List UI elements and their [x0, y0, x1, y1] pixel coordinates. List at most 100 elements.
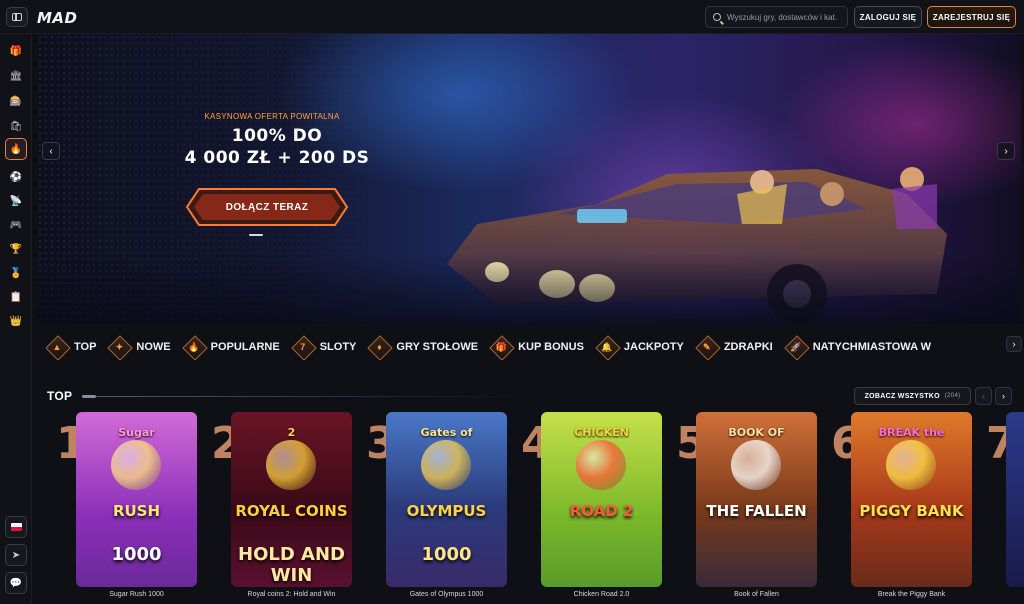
- search-box[interactable]: [705, 6, 848, 28]
- sidebar-item-esports-controller[interactable]: 🎮: [5, 214, 27, 236]
- category-kup-bonus[interactable]: 🎁 KUP BONUS: [490, 334, 590, 360]
- search-input[interactable]: [727, 12, 837, 22]
- game-art-title-top: 2: [287, 426, 296, 439]
- game-thumbnail[interactable]: Sugar RUSH 1000: [76, 412, 197, 587]
- game-art-title-main: RUSH: [112, 502, 161, 520]
- chat-button[interactable]: 💬: [5, 572, 27, 594]
- login-button[interactable]: ZALOGUJ SIĘ: [854, 6, 922, 28]
- game-thumbnail[interactable]: Gates of OLYMPUS 1000: [386, 412, 507, 587]
- hero-banner[interactable]: KASYNOWA OFERTA POWITALNA 100% DO 4 000 …: [37, 34, 1021, 324]
- see-all-button[interactable]: ZOBACZ WSZYSTKO (204): [854, 387, 971, 405]
- game-card[interactable]: 1 Sugar RUSH 1000 Sugar Rush 1000: [56, 412, 211, 604]
- sidebar-item-live-casino[interactable]: 🎰: [5, 90, 27, 112]
- game-card[interactable]: 4 CHICKEN ROAD 2 Chicken Road 2.0: [521, 412, 676, 604]
- sidebar-toggle-button[interactable]: [6, 7, 28, 27]
- sidebar-item-crown[interactable]: 👑: [5, 310, 27, 332]
- game-art-title-top: Sugar: [118, 426, 155, 439]
- sidebar-item-trophy[interactable]: 🏆: [5, 238, 27, 260]
- category-glyph-icon: 7: [300, 342, 306, 352]
- category-label: SLOTY: [319, 341, 357, 353]
- game-art-emblem: [421, 440, 471, 490]
- hero-prev-button[interactable]: ‹: [42, 142, 60, 160]
- game-thumbnail[interactable]: BREAK the PIGGY BANK: [851, 412, 972, 587]
- game-art-title-bottom: 1000: [111, 544, 162, 565]
- site-logo[interactable]: MAD: [37, 9, 78, 27]
- register-button[interactable]: ZAREJESTRUJ SIĘ: [927, 6, 1016, 28]
- category-sloty[interactable]: 7 SLOTY: [292, 334, 363, 360]
- game-art-title-main: ROAD 2: [569, 502, 634, 520]
- game-name[interactable]: Sugar Rush 1000: [76, 591, 197, 598]
- chevron-left-icon: ‹: [982, 391, 985, 401]
- chat-icon: 💬: [9, 577, 23, 589]
- telegram-button[interactable]: ➤: [5, 544, 27, 566]
- game-thumbnail[interactable]: BOOK OF THE FALLEN: [696, 412, 817, 587]
- game-name[interactable]: Gates of Olympus 1000: [386, 591, 507, 598]
- sidebar-item-medal[interactable]: 🏅: [5, 262, 27, 284]
- category-label: GRY STOŁOWE: [396, 341, 479, 353]
- sidebar-item-clipboard[interactable]: 📋: [5, 286, 27, 308]
- category-nowe[interactable]: ✦ NOWE: [108, 334, 176, 360]
- game-card[interactable]: 2 2 ROYAL COINS HOLD AND WIN Royal coins 2: …: [211, 412, 366, 604]
- game-art-title-main: THE FALLEN: [706, 502, 807, 520]
- category-glyph-icon: ✦: [115, 341, 124, 352]
- hero-subtitle: KASYNOWA OFERTA POWITALNA: [204, 112, 340, 121]
- game-card[interactable]: 6 BREAK the PIGGY BANK Break the Piggy Bank: [831, 412, 986, 604]
- game-thumbnail[interactable]: CHICKEN ROAD 2: [541, 412, 662, 587]
- games-next-button[interactable]: ›: [995, 387, 1012, 405]
- category-icon: 🔔: [596, 336, 618, 358]
- category-label: JACKPOTY: [623, 341, 684, 353]
- game-art-title-top: CHICKEN: [574, 426, 629, 439]
- sidebar-item-gift[interactable]: 🎁: [5, 40, 27, 62]
- hero-next-button[interactable]: ›: [997, 142, 1015, 160]
- sidebar-item-casino[interactable]: 🏛: [5, 65, 27, 87]
- hero-slide-indicator[interactable]: [249, 234, 263, 236]
- game-art-emblem: [731, 440, 781, 490]
- category-glyph-icon: 🚀: [790, 341, 802, 352]
- sidebar-item-live-broadcast[interactable]: 📡: [5, 190, 27, 212]
- sidebar-item-sports-ball[interactable]: ⚽: [5, 166, 27, 188]
- category-icon: ✦: [108, 336, 130, 358]
- game-thumbnail[interactable]: [1006, 412, 1024, 587]
- games-prev-button[interactable]: ‹: [975, 387, 992, 405]
- category-icon: 🔥: [183, 336, 205, 358]
- sidebar-item-fire[interactable]: 🔥: [5, 138, 27, 160]
- categories-next-button[interactable]: ›: [1006, 336, 1022, 352]
- section-divider: [82, 395, 522, 398]
- game-art-emblem: [886, 440, 936, 490]
- category-gry-stołowe[interactable]: ♦ GRY STOŁOWE: [368, 334, 484, 360]
- hero-title-line1: 100% DO: [231, 126, 323, 146]
- medal-icon: 🏅: [9, 267, 23, 279]
- category-glyph-icon: ♦: [377, 342, 382, 352]
- game-art-emblem: [266, 440, 316, 490]
- game-name[interactable]: Royal coins 2: Hold and Win: [231, 591, 352, 598]
- category-zdrapki[interactable]: ✎ ZDRAPKI: [696, 334, 779, 360]
- game-card[interactable]: 7: [986, 412, 1024, 604]
- category-popularne[interactable]: 🔥 POPULARNE: [183, 334, 286, 360]
- game-art-title-main: PIGGY BANK: [859, 502, 964, 520]
- game-card[interactable]: 5 BOOK OF THE FALLEN Book of Fallen: [676, 412, 831, 604]
- game-art-title-top: Gates of: [420, 426, 473, 439]
- game-card[interactable]: 3 Gates of OLYMPUS 1000 Gates of Olympus 100…: [366, 412, 521, 604]
- game-name[interactable]: Chicken Road 2.0: [541, 591, 662, 598]
- join-now-button[interactable]: DOŁĄCZ TERAZ: [185, 187, 349, 227]
- category-glyph-icon: ▲: [52, 342, 62, 352]
- poland-flag-button[interactable]: [5, 516, 27, 538]
- category-top[interactable]: ▲ TOP: [46, 334, 102, 360]
- game-art-emblem: [111, 440, 161, 490]
- chevron-right-icon: ›: [1002, 391, 1005, 401]
- game-name[interactable]: Break the Piggy Bank: [851, 591, 972, 598]
- sidebar: 🎁 🏛 🎰 🛍 🔥 ⚽ 📡 🎮 🏆 🏅 📋 👑 ➤ 💬: [0, 34, 32, 604]
- sidebar-item-shop[interactable]: 🛍: [5, 115, 27, 137]
- game-art-title-bottom: HOLD AND WIN: [238, 544, 345, 586]
- game-thumbnail[interactable]: 2 ROYAL COINS HOLD AND WIN: [231, 412, 352, 587]
- game-name[interactable]: Book of Fallen: [696, 591, 817, 598]
- see-all-label: ZOBACZ WSZYSTKO: [864, 392, 940, 400]
- category-natychmiastowa-w[interactable]: 🚀 NATYCHMIASTOWA W: [785, 334, 937, 360]
- live-casino-icon: 🎰: [9, 95, 23, 107]
- category-label: POPULARNE: [210, 341, 280, 353]
- category-jackpoty[interactable]: 🔔 JACKPOTY: [596, 334, 690, 360]
- top-bar: MAD ZALOGUJ SIĘ ZAREJESTRUJ SIĘ: [0, 0, 1024, 34]
- game-art-title-bottom: 1000: [421, 544, 472, 565]
- shop-icon: 🛍: [9, 120, 23, 132]
- casino-icon: 🏛: [9, 70, 23, 82]
